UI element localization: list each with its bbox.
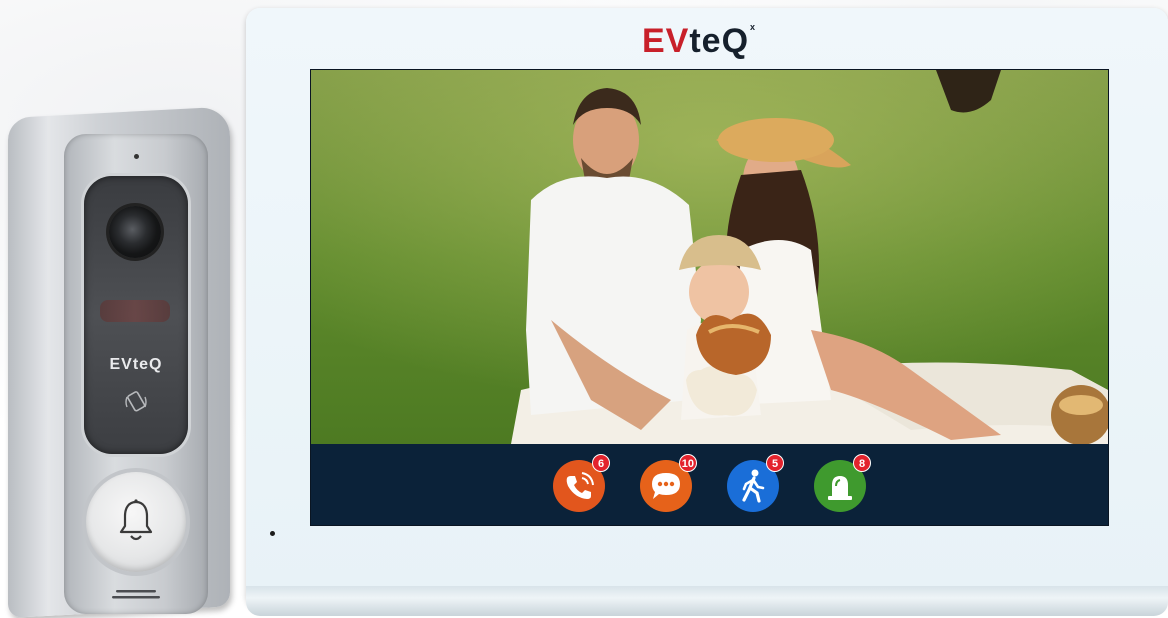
brand-logo-teq: teQ xyxy=(689,22,750,60)
speaker-grille xyxy=(112,590,160,599)
alarm-badge: 8 xyxy=(853,454,871,472)
doorbell-front-panel: EVteQ xyxy=(84,176,188,454)
brand-logo-mark: x xyxy=(750,22,757,32)
messages-button[interactable]: 10 xyxy=(640,454,697,512)
doorbell-call-button[interactable] xyxy=(86,472,186,572)
call-log-badge: 6 xyxy=(592,454,610,472)
brand-logo: EVteQx xyxy=(642,22,756,62)
microphone-pinhole xyxy=(134,154,139,159)
doorbell-outdoor-unit: EVteQ xyxy=(8,106,236,618)
camera-feed-image xyxy=(311,70,1108,444)
doorbell-body: EVteQ xyxy=(64,134,208,614)
call-log-button[interactable]: 6 xyxy=(553,454,610,512)
bell-icon xyxy=(119,499,153,541)
camera-lens-icon xyxy=(109,206,161,258)
alarm-button[interactable]: 8 xyxy=(814,454,871,512)
monitor-microphone xyxy=(270,531,275,536)
doorbell-logo: EVteQ xyxy=(109,356,163,373)
messages-badge: 10 xyxy=(678,454,697,472)
card-reader-icon xyxy=(125,391,147,412)
ir-sensor xyxy=(100,300,170,322)
motion-badge: 5 xyxy=(766,454,784,472)
notification-dock: 6 10 5 8 xyxy=(311,444,1108,525)
motion-button[interactable]: 5 xyxy=(727,454,784,512)
brand-logo-ev: EV xyxy=(642,22,690,60)
monitor-screen: 6 10 5 8 xyxy=(310,69,1109,526)
monitor-bottom-edge xyxy=(246,586,1168,616)
